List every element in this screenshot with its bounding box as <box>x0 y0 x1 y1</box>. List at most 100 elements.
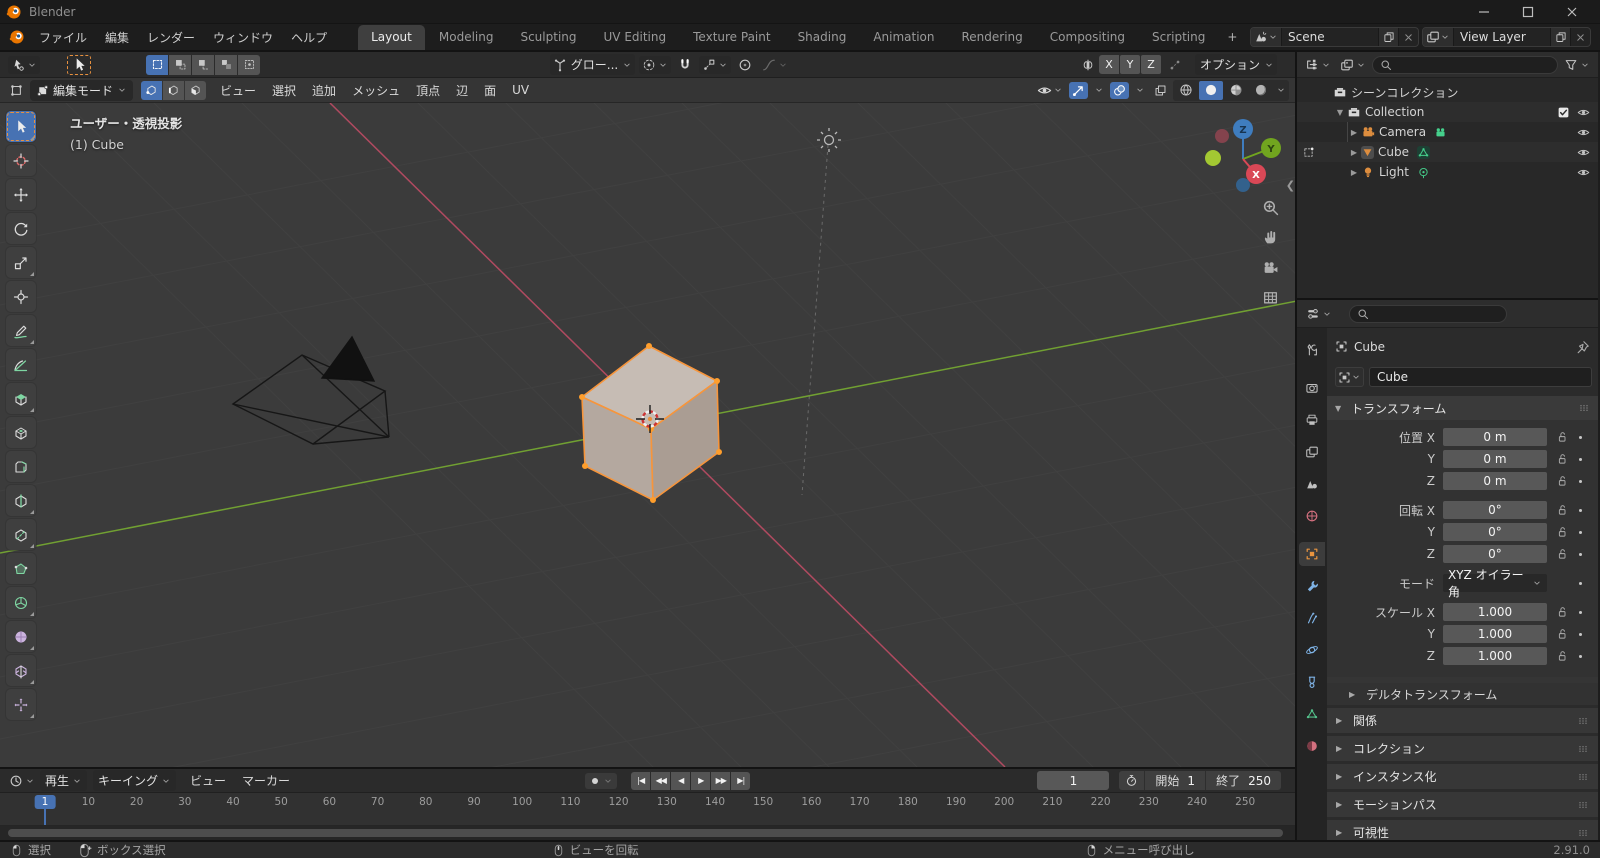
workspace-tab-animation[interactable]: Animation <box>860 25 947 50</box>
viewport-menu-item[interactable]: ビュー <box>212 79 264 102</box>
outliner-search-input[interactable] <box>1372 55 1558 74</box>
rendered-shading-button[interactable] <box>1249 81 1273 100</box>
lock-open-icon[interactable] <box>1556 628 1568 640</box>
select-mode-button-3[interactable] <box>192 54 214 75</box>
outliner-item-label[interactable]: Cube <box>1378 145 1409 159</box>
scrollbar-thumb[interactable] <box>8 829 1283 838</box>
value-field[interactable]: 0° <box>1443 523 1547 541</box>
workspace-tab-sculpting[interactable]: Sculpting <box>507 25 589 50</box>
timeline-menu-ビュー[interactable]: ビュー <box>182 769 234 792</box>
editor-type-dropdown[interactable] <box>6 81 26 99</box>
remove-view-layer-button[interactable] <box>1570 28 1590 46</box>
workspace-tab-rendering[interactable]: Rendering <box>949 25 1036 50</box>
tool-button-knife[interactable] <box>6 519 36 550</box>
properties-tab-tool[interactable] <box>1299 338 1325 362</box>
jump-to-start-icon[interactable]: |◀ <box>631 771 651 790</box>
lock-open-icon[interactable] <box>1556 431 1568 443</box>
pan-hand-icon[interactable] <box>1262 229 1279 246</box>
outliner-item-label[interactable]: Camera <box>1379 125 1426 139</box>
value-field[interactable]: 0° <box>1443 501 1547 519</box>
hide-eye-icon[interactable] <box>1577 106 1590 119</box>
timeline-menu-キーイング[interactable]: キーイング <box>93 770 177 792</box>
gizmos-dropdown[interactable] <box>1091 83 1107 97</box>
lock-open-icon[interactable] <box>1556 453 1568 465</box>
panel-インスタンス化[interactable]: ▶ インスタンス化 <box>1327 764 1598 789</box>
tool-button-loop-cut[interactable] <box>6 485 36 516</box>
workspace-tab-modeling[interactable]: Modeling <box>426 25 507 50</box>
hide-eye-icon[interactable] <box>1577 166 1590 179</box>
properties-tab-object-data[interactable] <box>1299 702 1325 726</box>
properties-tab-world[interactable] <box>1299 504 1325 528</box>
transform-orientation-dropdown[interactable]: グロー... <box>549 54 636 75</box>
viewport-3d[interactable]: ユーザー・透視投影 (1) Cube Z Y X ❮ <box>0 103 1295 767</box>
outliner-row-camera[interactable]: ▶ Camera <box>1297 122 1598 142</box>
overlays-toggle[interactable] <box>1110 81 1129 99</box>
timeline-scrollbar[interactable] <box>0 826 1295 841</box>
scene-name[interactable]: Scene <box>1282 30 1378 44</box>
outliner-row-[interactable]: シーンコレクション <box>1297 82 1598 102</box>
delta-transform-subpanel[interactable]: ▶ デルタトランスフォーム <box>1327 683 1598 705</box>
properties-tab-scene[interactable] <box>1299 472 1325 496</box>
proportional-edit-toggle[interactable] <box>735 56 755 74</box>
tool-button-select-box[interactable] <box>6 111 36 142</box>
prev-keyframe-icon[interactable]: ◀◀ <box>651 771 671 790</box>
triangle-right-icon[interactable]: ▶ <box>1347 148 1361 157</box>
viewport-menu-item[interactable]: 面 <box>476 79 504 102</box>
lock-open-icon[interactable] <box>1556 475 1568 487</box>
proportional-falloff-dropdown[interactable] <box>759 56 791 74</box>
edge-mode-button[interactable] <box>163 80 185 100</box>
properties-tab-physics[interactable] <box>1299 638 1325 662</box>
properties-tab-view-layer[interactable] <box>1299 440 1325 464</box>
panel-コレクション[interactable]: ▶ コレクション <box>1327 736 1598 761</box>
mirror-x-button[interactable]: X <box>1098 55 1119 74</box>
tool-button-poly-build[interactable] <box>6 553 36 584</box>
close-button[interactable] <box>1550 0 1594 23</box>
outliner-display-mode-dropdown[interactable] <box>1337 56 1369 74</box>
panel-モーションパス[interactable]: ▶ モーションパス <box>1327 792 1598 817</box>
workspace-tab-layout[interactable]: Layout <box>358 25 425 50</box>
lock-open-icon[interactable] <box>1556 650 1568 662</box>
viewport-menu-item[interactable]: メッシュ <box>344 79 408 102</box>
object-name-field[interactable]: Cube <box>1369 367 1592 387</box>
mirror-y-button[interactable]: Y <box>1119 55 1140 74</box>
topbar-menu-item[interactable]: 編集 <box>96 26 138 49</box>
triangle-right-icon[interactable]: ▶ <box>1347 168 1361 177</box>
overlays-dropdown[interactable] <box>1132 83 1148 97</box>
tool-button-measure[interactable] <box>6 349 36 380</box>
options-dropdown[interactable]: オプション <box>1194 54 1277 75</box>
value-field[interactable]: 1.000 <box>1443 647 1547 665</box>
panel-可視性[interactable]: ▶ 可視性 <box>1327 820 1598 840</box>
viewport-menu-item[interactable]: 追加 <box>304 79 344 102</box>
properties-tab-constraints[interactable] <box>1299 670 1325 694</box>
new-view-layer-button[interactable] <box>1550 28 1570 46</box>
tool-button-move[interactable] <box>6 179 36 210</box>
value-field[interactable]: 1.000 <box>1443 603 1547 621</box>
mirror-z-button[interactable]: Z <box>1140 55 1161 74</box>
use-preview-range-button[interactable] <box>1119 771 1144 790</box>
viewport-menu-item[interactable]: UV <box>504 80 537 100</box>
pivot-point-dropdown[interactable] <box>639 55 672 74</box>
current-frame-field[interactable]: 1 <box>1037 771 1110 791</box>
lock-open-icon[interactable] <box>1556 504 1568 516</box>
properties-tab-modifiers[interactable] <box>1299 574 1325 598</box>
panel-関係[interactable]: ▶ 関係 <box>1327 708 1598 733</box>
frame-start-field[interactable]: 開始 1 <box>1144 771 1205 791</box>
vertex-mode-button[interactable] <box>141 80 163 100</box>
timeline-editor-type-dropdown[interactable] <box>6 772 38 790</box>
view-layer-name[interactable]: View Layer <box>1454 30 1550 44</box>
hide-eye-icon[interactable] <box>1577 126 1590 139</box>
tool-button-shrink-fatten[interactable] <box>6 689 36 720</box>
snap-individual-button[interactable] <box>1165 56 1185 74</box>
workspace-tab-scripting[interactable]: Scripting <box>1139 25 1218 50</box>
properties-tab-object[interactable] <box>1299 542 1325 566</box>
next-keyframe-icon[interactable]: ▶▶ <box>711 771 731 790</box>
keyframe-dot-icon[interactable] <box>1575 454 1586 465</box>
keyframe-dot-icon[interactable] <box>1575 505 1586 516</box>
tool-button-spin[interactable] <box>6 587 36 618</box>
select-mode-button-2[interactable] <box>169 54 191 75</box>
jump-to-end-icon[interactable]: ▶| <box>731 771 751 790</box>
navigation-gizmo[interactable]: Z Y X <box>1197 117 1283 203</box>
tool-button-cursor-3d[interactable] <box>6 145 36 176</box>
wireframe-shading-button[interactable] <box>1174 81 1198 100</box>
hide-eye-icon[interactable] <box>1577 146 1590 159</box>
